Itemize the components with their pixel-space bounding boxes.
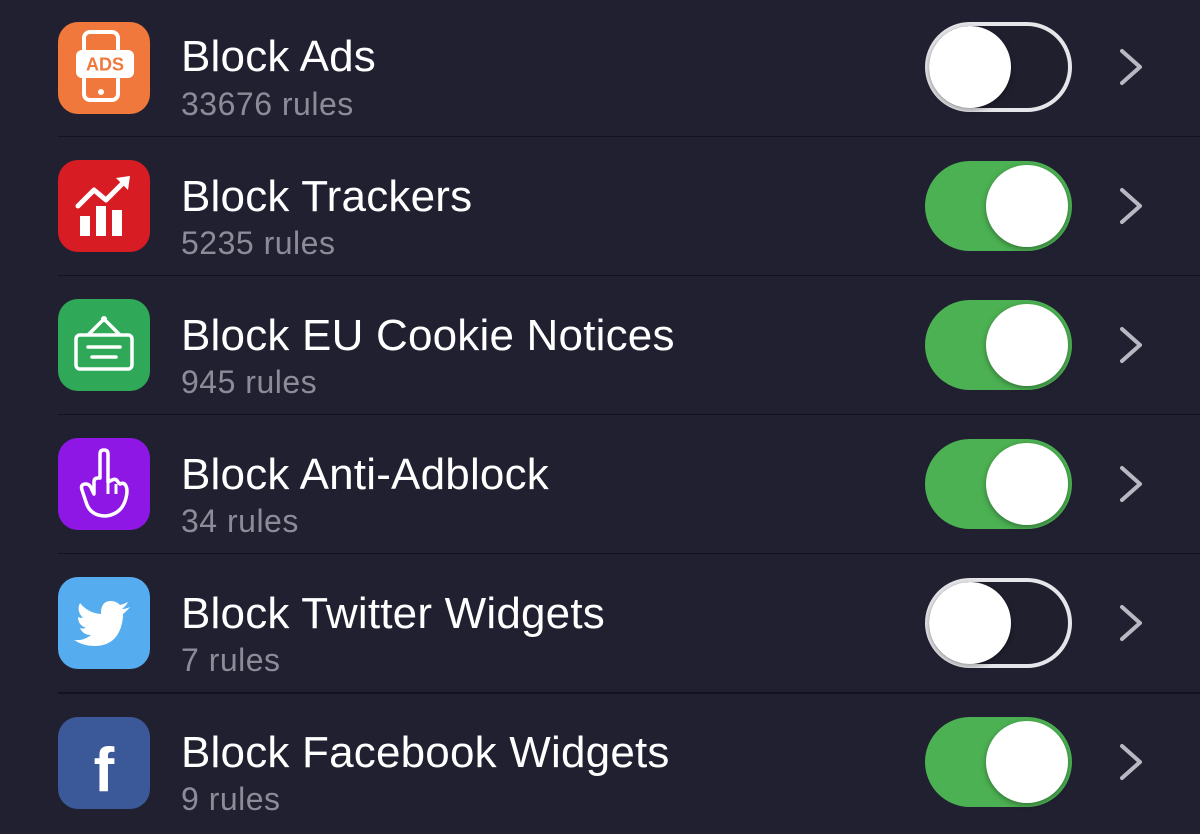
list-item-block-eu-cookie-notices[interactable]: Block EU Cookie Notices 945 rules — [0, 276, 1200, 415]
item-rule-count: 9 rules — [181, 781, 281, 817]
chevron-right-icon[interactable] — [1116, 603, 1146, 643]
item-rule-count: 5235 rules — [181, 225, 336, 261]
chevron-right-icon[interactable] — [1116, 47, 1146, 87]
filter-list: ADS Block Ads 33676 rules Block Trackers… — [0, 0, 1200, 834]
toggle-block-twitter-widgets[interactable] — [925, 578, 1072, 668]
item-title: Block EU Cookie Notices — [181, 311, 675, 360]
item-rule-count: 7 rules — [181, 642, 281, 678]
toggle-block-anti-adblock[interactable] — [925, 439, 1072, 529]
toggle-knob — [929, 26, 1011, 108]
hanging-sign-icon — [58, 299, 150, 391]
twitter-bird-icon — [58, 577, 150, 669]
item-rule-count: 34 rules — [181, 503, 299, 539]
toggle-block-eu-cookie-notices[interactable] — [925, 300, 1072, 390]
toggle-block-ads[interactable] — [925, 22, 1072, 112]
finger-hand-icon — [58, 438, 150, 530]
chevron-right-icon[interactable] — [1116, 186, 1146, 226]
tracker-chart-icon — [58, 160, 150, 252]
list-item-block-twitter-widgets[interactable]: Block Twitter Widgets 7 rules — [0, 554, 1200, 693]
chevron-right-icon[interactable] — [1116, 742, 1146, 782]
item-rule-count: 945 rules — [181, 364, 318, 400]
toggle-block-trackers[interactable] — [925, 161, 1072, 251]
svg-text:ADS: ADS — [86, 55, 124, 75]
toggle-knob — [929, 582, 1011, 664]
toggle-knob — [986, 304, 1068, 386]
toggle-knob — [986, 443, 1068, 525]
svg-text:f: f — [94, 736, 115, 805]
toggle-block-facebook-widgets[interactable] — [925, 717, 1072, 807]
item-title: Block Facebook Widgets — [181, 728, 670, 777]
chevron-right-icon[interactable] — [1116, 325, 1146, 365]
facebook-icon: f — [58, 717, 150, 809]
item-title: Block Twitter Widgets — [181, 589, 605, 638]
item-title: Block Ads — [181, 32, 377, 81]
list-item-block-trackers[interactable]: Block Trackers 5235 rules — [0, 137, 1200, 276]
toggle-knob — [986, 165, 1068, 247]
list-item-block-ads[interactable]: ADS Block Ads 33676 rules — [0, 0, 1200, 136]
chevron-right-icon[interactable] — [1116, 464, 1146, 504]
ads-phone-icon: ADS — [58, 22, 150, 114]
toggle-knob — [986, 721, 1068, 803]
item-rule-count: 33676 rules — [181, 86, 354, 122]
item-title: Block Trackers — [181, 172, 473, 221]
item-title: Block Anti-Adblock — [181, 450, 549, 499]
list-item-block-anti-adblock[interactable]: Block Anti-Adblock 34 rules — [0, 415, 1200, 554]
list-item-block-facebook-widgets[interactable]: f Block Facebook Widgets 9 rules — [0, 694, 1200, 834]
